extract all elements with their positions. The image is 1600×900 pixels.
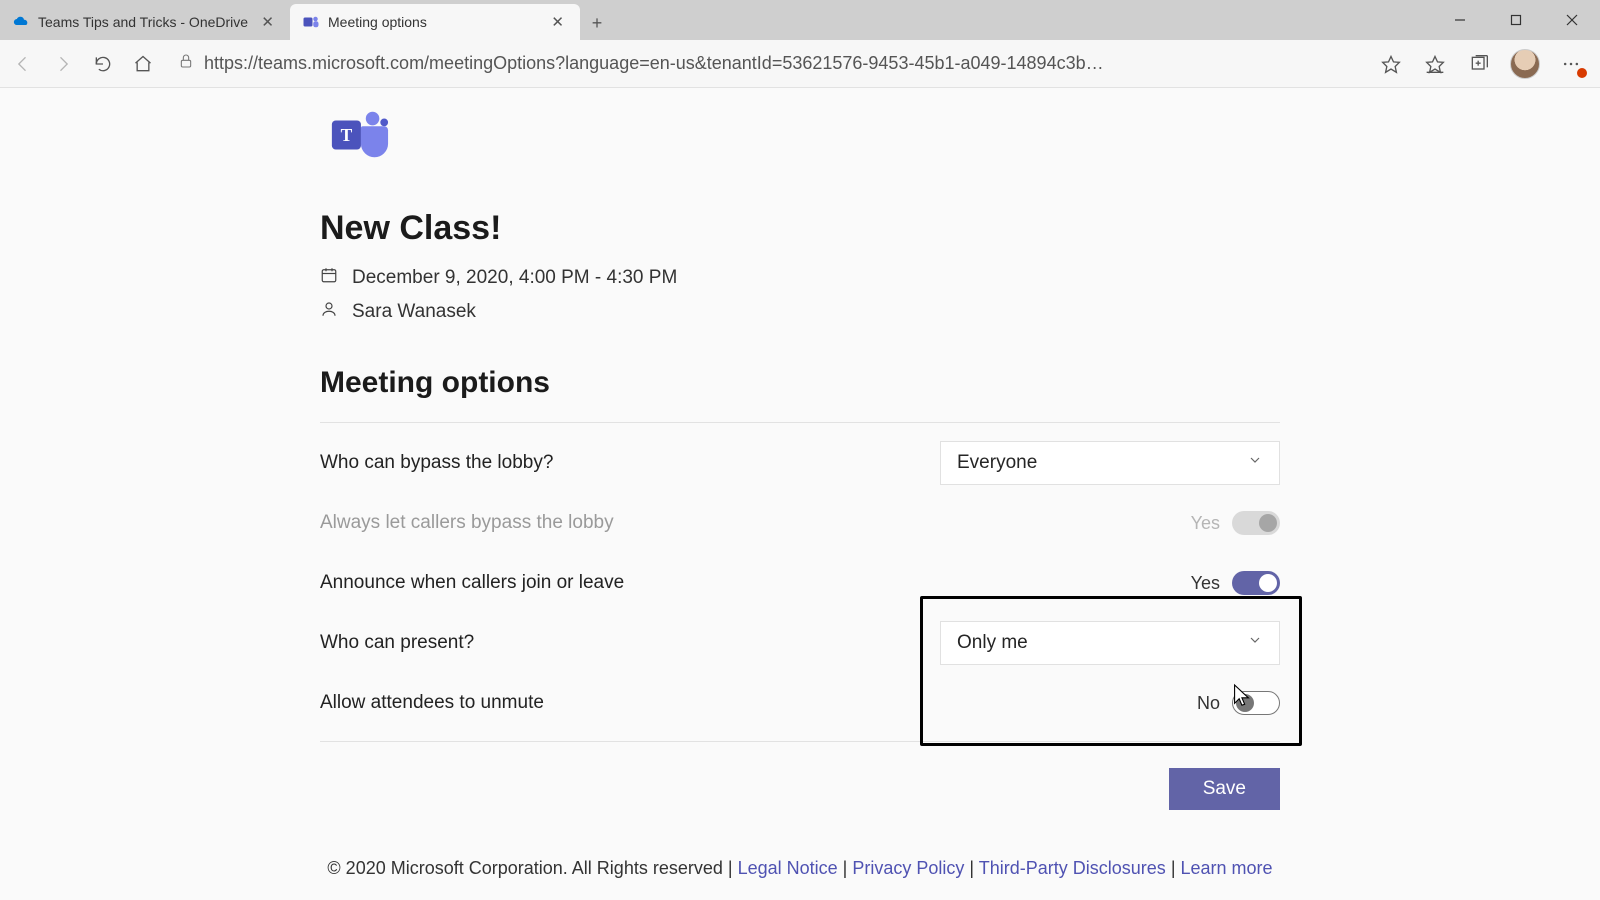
favorites-icon[interactable] bbox=[1422, 51, 1448, 77]
save-button[interactable]: Save bbox=[1169, 768, 1280, 810]
meeting-datetime: December 9, 2020, 4:00 PM - 4:30 PM bbox=[352, 267, 677, 289]
url-text: https://teams.microsoft.com/meetingOptio… bbox=[204, 53, 1104, 74]
maximize-button[interactable] bbox=[1488, 0, 1544, 40]
address-bar-row: https://teams.microsoft.com/meetingOptio… bbox=[0, 40, 1600, 88]
person-icon bbox=[320, 300, 338, 324]
meeting-organizer: Sara Wanasek bbox=[352, 301, 476, 323]
option-label: Allow attendees to unmute bbox=[320, 692, 544, 714]
divider bbox=[320, 422, 1280, 423]
third-party-link[interactable]: Third-Party Disclosures bbox=[979, 858, 1166, 878]
option-label: Always let callers bypass the lobby bbox=[320, 512, 614, 534]
dropdown-value: Everyone bbox=[957, 452, 1037, 474]
allow-unmute-toggle[interactable] bbox=[1232, 691, 1280, 715]
window-controls bbox=[1432, 0, 1600, 40]
star-outline-icon[interactable] bbox=[1378, 51, 1404, 77]
tab-onedrive[interactable]: Teams Tips and Tricks - OneDrive ✕ bbox=[0, 4, 290, 40]
tab-title: Teams Tips and Tricks - OneDrive bbox=[38, 14, 249, 30]
close-icon[interactable]: ✕ bbox=[547, 13, 568, 31]
toggle-value: Yes bbox=[1191, 513, 1220, 534]
option-label: Announce when callers join or leave bbox=[320, 572, 624, 594]
meeting-datetime-row: December 9, 2020, 4:00 PM - 4:30 PM bbox=[320, 266, 1280, 290]
footer: © 2020 Microsoft Corporation. All Rights… bbox=[320, 858, 1280, 879]
chevron-down-icon bbox=[1247, 632, 1263, 654]
svg-text:T: T bbox=[341, 125, 353, 145]
who-can-present-dropdown[interactable]: Only me bbox=[940, 621, 1280, 665]
address-bar[interactable]: https://teams.microsoft.com/meetingOptio… bbox=[170, 47, 1364, 81]
bypass-lobby-dropdown[interactable]: Everyone bbox=[940, 441, 1280, 485]
option-always-bypass: Always let callers bypass the lobby Yes bbox=[320, 493, 1280, 553]
close-icon[interactable]: ✕ bbox=[257, 13, 278, 31]
divider bbox=[320, 741, 1280, 742]
option-who-can-present: Who can present? Only me bbox=[320, 613, 1280, 673]
section-heading: Meeting options bbox=[320, 366, 1280, 400]
learn-more-link[interactable]: Learn more bbox=[1181, 858, 1273, 878]
option-announce: Announce when callers join or leave Yes bbox=[320, 553, 1280, 613]
menu-button[interactable] bbox=[1558, 51, 1584, 77]
meeting-organizer-row: Sara Wanasek bbox=[320, 300, 1280, 324]
option-allow-unmute: Allow attendees to unmute No bbox=[320, 673, 1280, 733]
always-bypass-toggle bbox=[1232, 511, 1280, 535]
page-body: T New Class! December 9, 2020, 4:00 PM -… bbox=[0, 88, 1600, 900]
copyright-text: © 2020 Microsoft Corporation. All Rights… bbox=[327, 858, 722, 878]
teams-icon bbox=[302, 13, 320, 31]
meeting-title: New Class! bbox=[320, 209, 1280, 248]
forward-button[interactable] bbox=[50, 51, 76, 77]
collections-icon[interactable] bbox=[1466, 51, 1492, 77]
tab-title: Meeting options bbox=[328, 14, 539, 30]
tab-meeting-options[interactable]: Meeting options ✕ bbox=[290, 4, 580, 40]
back-button[interactable] bbox=[10, 51, 36, 77]
lock-icon bbox=[178, 53, 194, 74]
onedrive-icon bbox=[12, 13, 30, 31]
toggle-value: Yes bbox=[1191, 573, 1220, 594]
option-label: Who can present? bbox=[320, 632, 474, 654]
tab-strip: Teams Tips and Tricks - OneDrive ✕ Meeti… bbox=[0, 0, 1600, 40]
refresh-button[interactable] bbox=[90, 51, 116, 77]
dropdown-value: Only me bbox=[957, 632, 1028, 654]
calendar-icon bbox=[320, 266, 338, 290]
option-label: Who can bypass the lobby? bbox=[320, 452, 553, 474]
close-window-button[interactable] bbox=[1544, 0, 1600, 40]
new-tab-button[interactable]: + bbox=[580, 6, 614, 40]
home-button[interactable] bbox=[130, 51, 156, 77]
option-bypass-lobby: Who can bypass the lobby? Everyone bbox=[320, 433, 1280, 493]
teams-logo: T bbox=[328, 106, 1280, 169]
toggle-value: No bbox=[1197, 693, 1220, 714]
minimize-button[interactable] bbox=[1432, 0, 1488, 40]
chevron-down-icon bbox=[1247, 452, 1263, 474]
privacy-policy-link[interactable]: Privacy Policy bbox=[852, 858, 964, 878]
announce-toggle[interactable] bbox=[1232, 571, 1280, 595]
legal-notice-link[interactable]: Legal Notice bbox=[738, 858, 838, 878]
profile-avatar[interactable] bbox=[1510, 49, 1540, 79]
